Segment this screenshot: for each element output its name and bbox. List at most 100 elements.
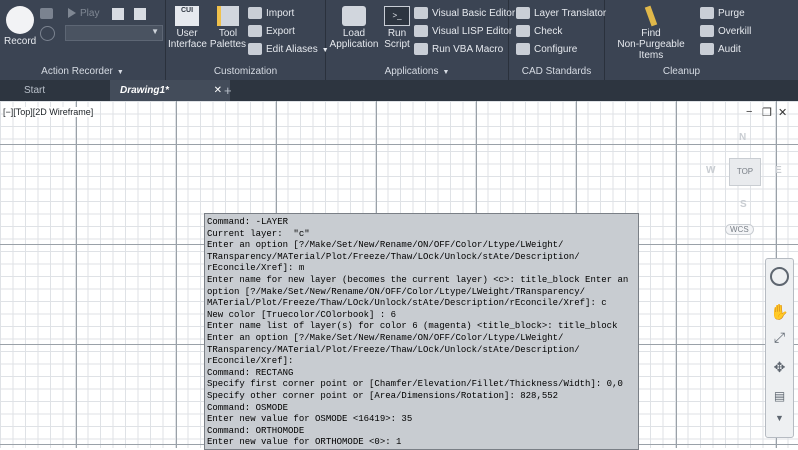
cad-standards-panel: Layer Translator Check Configure CAD Sta… bbox=[509, 0, 606, 80]
plus-icon: + bbox=[224, 83, 232, 98]
command-history-line: Command: ORTHOMODE bbox=[207, 425, 305, 436]
play-icon bbox=[68, 8, 76, 19]
play-button[interactable]: Play bbox=[68, 6, 99, 22]
command-history-line: Enter new value for ORTHOMODE <0>: 1 bbox=[207, 437, 402, 448]
command-history-line: Command: OSMODE bbox=[207, 402, 289, 413]
audit-icon bbox=[700, 43, 714, 56]
viewcube-top-face[interactable]: TOP bbox=[729, 158, 761, 186]
ribbon: Record Play ▼ Action Recorder ▼ CUI User … bbox=[0, 0, 798, 80]
close-icon: ✕ bbox=[778, 107, 788, 119]
import-button[interactable]: Import bbox=[248, 6, 294, 22]
broom-icon bbox=[644, 5, 658, 27]
import-icon bbox=[248, 7, 262, 20]
visual-basic-editor-button[interactable]: Visual Basic Editor bbox=[414, 6, 515, 22]
command-history-line: Specify other corner point or [Area/Dime… bbox=[207, 390, 559, 401]
check-button[interactable]: Check bbox=[516, 24, 562, 40]
minimize-icon: − bbox=[746, 106, 753, 118]
chevron-down-icon: ▼ bbox=[116, 69, 124, 76]
visual-basic-editor-icon bbox=[414, 7, 428, 20]
compass-east[interactable]: E bbox=[775, 165, 782, 176]
manage-actions-icon[interactable] bbox=[134, 8, 146, 20]
restore-icon: ❐ bbox=[762, 107, 772, 119]
cad-standards-title: CAD Standards bbox=[521, 66, 592, 77]
compass-west[interactable]: W bbox=[706, 165, 715, 176]
find-non-purgeable-items-button[interactable]: Find Non-Purgeable Items bbox=[605, 5, 697, 61]
user-interface-button[interactable]: CUI User Interface bbox=[168, 6, 207, 50]
chevron-down-icon: ▼ bbox=[151, 27, 159, 36]
new-tab-button[interactable]: + bbox=[214, 80, 242, 101]
action-macro-select[interactable]: ▼ bbox=[65, 25, 163, 41]
orbit-icon[interactable]: ✥ bbox=[770, 359, 789, 378]
viewcube[interactable]: N W E S TOP WCS bbox=[700, 128, 782, 238]
chevron-down-icon[interactable]: ▼ bbox=[770, 413, 789, 432]
command-history-line: option [?/Make/Set/New/Rename/ON/OFF/Col… bbox=[207, 286, 586, 297]
edit-aliases-icon bbox=[248, 43, 262, 56]
action-recorder-panel: Record Play ▼ Action Recorder ▼ bbox=[0, 0, 166, 80]
record-icon bbox=[6, 6, 34, 34]
insert-message-icon[interactable] bbox=[40, 8, 53, 19]
command-history-list: Command: -LAYER Current layer: "c" Enter a… bbox=[205, 217, 628, 449]
edit-aliases-button[interactable]: Edit Aliases ▼ bbox=[248, 42, 329, 58]
record-button[interactable]: Record bbox=[4, 6, 36, 47]
applications-title[interactable]: Applications ▼ bbox=[326, 66, 508, 77]
overkill-icon bbox=[700, 25, 714, 38]
compass-south[interactable]: S bbox=[740, 199, 747, 210]
command-history-line: rEconcile/Xref]: m bbox=[207, 263, 305, 274]
applications-panel: Load Application >_ Run Script Visual Ba… bbox=[326, 0, 515, 80]
command-history-line: Command: -LAYER bbox=[207, 217, 289, 227]
wcs-menu[interactable]: WCS bbox=[725, 224, 754, 235]
command-history-line: MATerial/Plot/Freeze/Thaw/LOck/Unlock/st… bbox=[207, 298, 607, 309]
tool-palettes-icon bbox=[217, 6, 239, 26]
tool-palettes-button[interactable]: Tool Palettes bbox=[209, 6, 247, 50]
export-button[interactable]: Export bbox=[248, 24, 295, 40]
minimize-viewport-button[interactable]: − bbox=[746, 106, 752, 118]
command-history-line: Specify first corner point or [Chamfer/E… bbox=[207, 379, 623, 390]
command-history-window[interactable]: Command: -LAYER Current layer: "c" Enter a… bbox=[204, 213, 639, 450]
viewport-controls-label[interactable]: [−][Top][2D Wireframe] bbox=[3, 107, 94, 117]
cleanup-title: Cleanup bbox=[662, 66, 701, 77]
run-script-button[interactable]: >_ Run Script bbox=[381, 6, 413, 50]
run-script-icon: >_ bbox=[384, 6, 410, 26]
configure-icon bbox=[516, 43, 530, 56]
customization-title: Customization bbox=[213, 66, 278, 77]
visual-lisp-editor-icon bbox=[414, 25, 428, 38]
tab-start[interactable]: Start bbox=[14, 80, 55, 101]
cui-icon: CUI bbox=[175, 6, 199, 26]
audit-button[interactable]: Audit bbox=[700, 42, 741, 58]
close-viewport-button[interactable]: ✕ bbox=[778, 106, 787, 119]
command-history-line: rEconcile/Xref]: bbox=[207, 356, 294, 367]
compass-north[interactable]: N bbox=[739, 132, 746, 143]
run-vba-macro-button[interactable]: Run VBA Macro bbox=[414, 42, 503, 58]
export-icon bbox=[248, 25, 262, 38]
zoom-extents-icon[interactable]: ⤢ bbox=[770, 329, 789, 348]
tab-drawing1[interactable]: Drawing1* ✕ bbox=[110, 80, 230, 101]
run-vba-macro-icon bbox=[414, 43, 428, 56]
check-icon bbox=[516, 25, 530, 38]
command-history-line: TRansparency/MATerial/Plot/Freeze/Thaw/L… bbox=[207, 251, 580, 262]
configure-button[interactable]: Configure bbox=[516, 42, 577, 58]
file-tab-bar: Start Drawing1* ✕ + bbox=[0, 80, 798, 101]
customization-panel: CUI User Interface Tool Palettes Import … bbox=[166, 0, 329, 80]
purge-icon bbox=[700, 7, 714, 20]
restore-viewport-button[interactable]: ❐ bbox=[762, 106, 772, 119]
command-history-line: Current layer: "c" bbox=[207, 228, 310, 239]
navigation-bar: ✋ ⤢ ✥ ▤ ▼ bbox=[765, 258, 794, 438]
layer-translator-button[interactable]: Layer Translator bbox=[516, 6, 606, 22]
command-history-line: Enter an option [?/Make/Set/New/Rename/O… bbox=[207, 240, 564, 251]
preference-icon[interactable] bbox=[40, 26, 55, 41]
load-application-icon bbox=[342, 6, 366, 26]
action-recorder-title[interactable]: Action Recorder ▼ bbox=[0, 66, 165, 77]
command-history-line: TRansparency/MATerial/Plot/Freeze/Thaw/L… bbox=[207, 344, 580, 355]
purge-button[interactable]: Purge bbox=[700, 6, 745, 22]
layer-translator-icon bbox=[516, 7, 530, 20]
pan-icon[interactable]: ✋ bbox=[770, 303, 789, 322]
command-history-line: Enter name list of layer(s) for color 6 … bbox=[207, 321, 618, 332]
visual-lisp-editor-button[interactable]: Visual LISP Editor bbox=[414, 24, 512, 40]
steering-wheel-icon[interactable] bbox=[770, 267, 789, 286]
overkill-button[interactable]: Overkill bbox=[700, 24, 751, 40]
command-history-line: Enter new value for OSMODE <16419>: 35 bbox=[207, 414, 413, 425]
command-history-line: New color [Truecolor/COlorbook] : 6 bbox=[207, 309, 397, 320]
load-application-button[interactable]: Load Application bbox=[328, 6, 380, 50]
action-tree-icon[interactable] bbox=[112, 8, 124, 20]
showmotion-icon[interactable]: ▤ bbox=[770, 389, 789, 408]
